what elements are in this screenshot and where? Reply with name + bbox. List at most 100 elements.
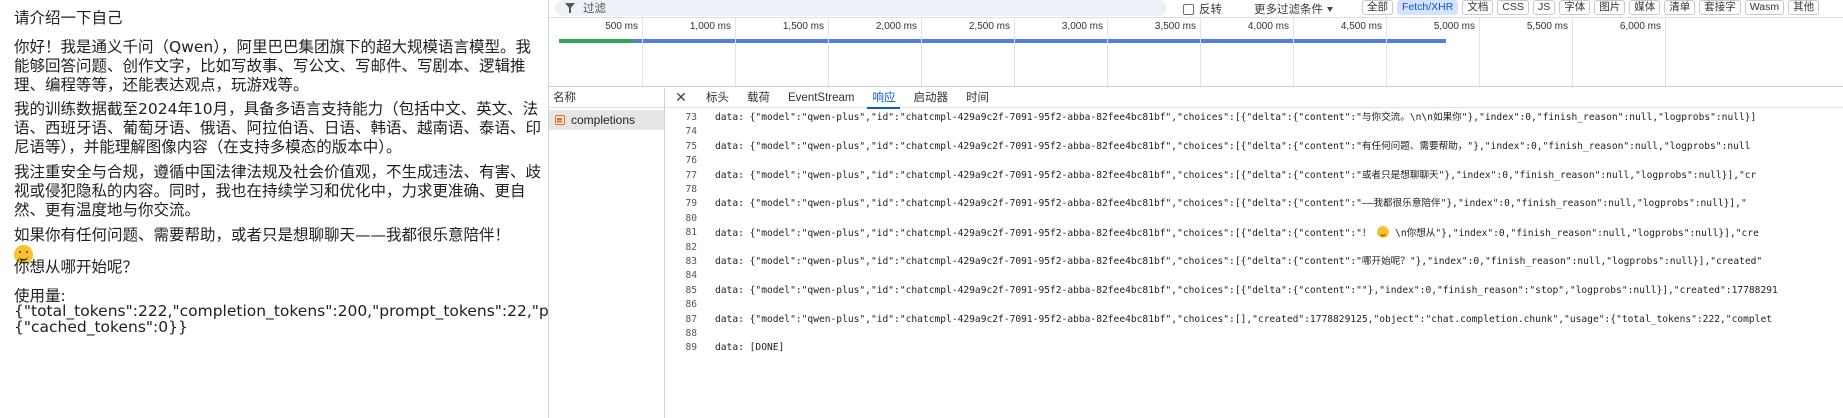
response-line: 89 data: [DONE] xyxy=(665,341,784,355)
timeline-tick-label: 5,500 ms xyxy=(1526,21,1568,32)
line-number: 89 xyxy=(685,342,697,354)
type-filter-chip[interactable]: 清单 xyxy=(1664,0,1696,15)
detail-tab[interactable]: 响应 xyxy=(863,88,904,109)
more-filters-label: 更多过滤条件 xyxy=(1254,4,1323,16)
resource-type-filters: 全部 Fetch/XHR 文档 CSS JS 字体 图片 媒体 清单 套接字 Wasm 其他 xyxy=(1362,0,1820,15)
response-line: 81 data: {"model":"qwen-plus","id":"chatc… xyxy=(665,226,1759,240)
detail-tabs: ✕ 标头 载荷 EventStream 响应 启动器 时间 xyxy=(665,88,1843,109)
line-number: 81 xyxy=(685,227,697,239)
type-filter-chip[interactable]: 全部 xyxy=(1362,0,1393,15)
reply-question: 你想从哪开始呢？ xyxy=(14,258,139,276)
timeline-tick-label: 4,500 ms xyxy=(1340,21,1382,32)
fetch-request-icon xyxy=(555,115,565,125)
usage-json-line-2: {"cached_tokens":0}} xyxy=(14,318,188,336)
detail-tab[interactable]: 时间 xyxy=(957,88,998,108)
request-detail: ✕ 标头 载荷 EventStream 响应 启动器 时间 73 data: {"model… xyxy=(665,88,1843,418)
line-number: 86 xyxy=(685,299,697,311)
line-code-part: data: {"model":"qwen-plus","id":"chatcmp… xyxy=(715,228,1372,240)
response-line: 83 data: {"model":"qwen-plus","id":"chatc… xyxy=(665,255,1762,269)
response-line: 76 xyxy=(665,154,697,168)
line-code: data: {"model":"qwen-plus","id":"chatcmp… xyxy=(715,198,1747,210)
line-number: 76 xyxy=(685,155,697,167)
response-line: 85 data: {"model":"qwen-plus","id":"chatc… xyxy=(665,284,1777,298)
timeline-tick-label: 6,000 ms xyxy=(1619,21,1661,32)
line-code: data: {"model":"qwen-plus","id":"chatcmp… xyxy=(715,140,1751,152)
reply-paragraph-training: 我的训练数据截至2024年10月，具备多语言支持能力（包括中文、英文、法语、西班… xyxy=(14,100,542,156)
detail-tab[interactable]: EventStream xyxy=(779,88,863,108)
type-filter-chip[interactable]: 图片 xyxy=(1594,0,1626,15)
timeline-gridline xyxy=(828,18,829,88)
timeline-gridline xyxy=(1293,18,1294,88)
response-line: 82 xyxy=(665,241,697,255)
type-filter-chip[interactable]: 文档 xyxy=(1462,0,1494,15)
timeline-gridline xyxy=(921,18,922,88)
line-code: data: {"model":"qwen-plus","id":"chatcmp… xyxy=(715,226,1759,241)
line-number: 78 xyxy=(685,184,697,195)
type-filter-chip[interactable]: 媒体 xyxy=(1629,0,1661,15)
devtools-network-panel: 过滤 反转 更多过滤条件 全部 Fetch/XHR 文档 CSS JS 字体 图片 媒体 清单套… xyxy=(548,0,1843,418)
timeline-waiting-bar xyxy=(559,39,633,43)
line-code: data: [DONE] xyxy=(715,342,785,354)
line-number: 87 xyxy=(685,313,697,325)
invert-toggle[interactable]: 反转 xyxy=(1183,1,1222,17)
type-filter-chip[interactable]: 字体 xyxy=(1559,0,1591,15)
network-overview-timeline[interactable]: 500 ms 1,000 ms 1,500 ms 2,000 ms 2,500 ms 3,… xyxy=(549,17,1843,88)
timeline-gridline xyxy=(735,18,736,88)
timeline-gridline xyxy=(1665,18,1666,88)
request-list: 名称 completions xyxy=(549,88,665,418)
reply-paragraph-safety: 我注重安全与合规，遵循中国法律法规及社会价值观，不生成违法、有害、歧视或侵犯隐私… xyxy=(14,163,542,219)
line-code: data: {"model":"qwen-plus","id":"chatcmp… xyxy=(715,284,1778,296)
timeline-tick-label: 1,500 ms xyxy=(782,21,824,32)
timeline-tick-label: 5,000 ms xyxy=(1433,21,1475,32)
timeline-gridline xyxy=(1572,18,1573,88)
type-filter-chip[interactable]: JS xyxy=(1532,0,1556,15)
response-line: 77 data: {"model":"qwen-plus","id":"chatc… xyxy=(665,169,1756,183)
caret-down-icon xyxy=(1327,6,1333,12)
line-number: 79 xyxy=(685,198,697,210)
timeline-tick-label: 2,500 ms xyxy=(968,21,1010,32)
line-number: 88 xyxy=(685,328,697,339)
name-column-header[interactable]: 名称 xyxy=(549,88,664,108)
type-filter-chip[interactable]: CSS xyxy=(1497,0,1529,15)
filter-placeholder: 过滤 xyxy=(583,3,606,15)
funnel-icon xyxy=(565,3,575,13)
response-line: 87 data: {"model":"qwen-plus","id":"chatc… xyxy=(665,313,1772,327)
chat-page: 请介绍一下自己 你好！我是通义千问（Qwen），阿里巴巴集团旗下的超大规模语言模… xyxy=(0,0,548,418)
detail-tab[interactable]: 载荷 xyxy=(738,88,779,108)
timeline-gridline xyxy=(1479,18,1480,88)
line-number: 84 xyxy=(685,270,697,282)
filter-input[interactable]: 过滤 xyxy=(555,0,1167,16)
response-body[interactable]: 73 data: {"model":"qwen-plus","id":"chatc… xyxy=(665,109,1843,418)
detail-tab[interactable]: 启动器 xyxy=(904,88,957,108)
timeline-gridline xyxy=(1107,18,1108,88)
detail-tab[interactable]: 标头 xyxy=(697,88,738,108)
type-filter-chip[interactable]: Wasm xyxy=(1744,0,1785,15)
response-line: 88 xyxy=(665,327,697,341)
type-filter-chip[interactable]: 套接字 xyxy=(1699,0,1741,15)
close-icon[interactable]: ✕ xyxy=(665,88,697,108)
type-filter-chip[interactable]: Fetch/XHR xyxy=(1397,0,1459,15)
reply-offer-text: 如果你有任何问题、需要帮助，或者只是想聊聊天——我都很乐意陪伴！ xyxy=(14,226,511,244)
line-number: 80 xyxy=(685,212,697,224)
response-line: 84 xyxy=(665,269,697,283)
chat-title: 请介绍一下自己 xyxy=(14,9,123,27)
timeline-download-bar xyxy=(633,39,1446,43)
timeline-tick-label: 500 ms xyxy=(605,21,638,32)
timeline-gridline xyxy=(1200,18,1201,88)
response-line: 73 data: {"model":"qwen-plus","id":"chatc… xyxy=(665,111,1756,125)
line-number: 73 xyxy=(685,112,697,123)
line-number: 83 xyxy=(685,256,697,267)
response-line: 75 data: {"model":"qwen-plus","id":"chatc… xyxy=(665,140,1750,154)
request-row-completions[interactable]: completions xyxy=(549,110,664,130)
reply-paragraph-intro: 你好！我是通义千问（Qwen），阿里巴巴集团旗下的超大规模语言模型。我能够回答问… xyxy=(14,38,531,94)
response-line: 74 xyxy=(665,125,697,139)
line-number: 82 xyxy=(685,241,697,253)
response-line: 78 xyxy=(665,183,697,197)
response-line: 80 xyxy=(665,212,697,226)
timeline-tick-label: 3,500 ms xyxy=(1154,21,1196,32)
invert-checkbox[interactable] xyxy=(1183,3,1194,15)
line-number: 85 xyxy=(685,284,697,296)
more-filters-dropdown[interactable]: 更多过滤条件 xyxy=(1254,1,1333,17)
timeline-tick-label: 3,000 ms xyxy=(1061,21,1103,32)
type-filter-chip[interactable]: 其他 xyxy=(1788,0,1820,15)
